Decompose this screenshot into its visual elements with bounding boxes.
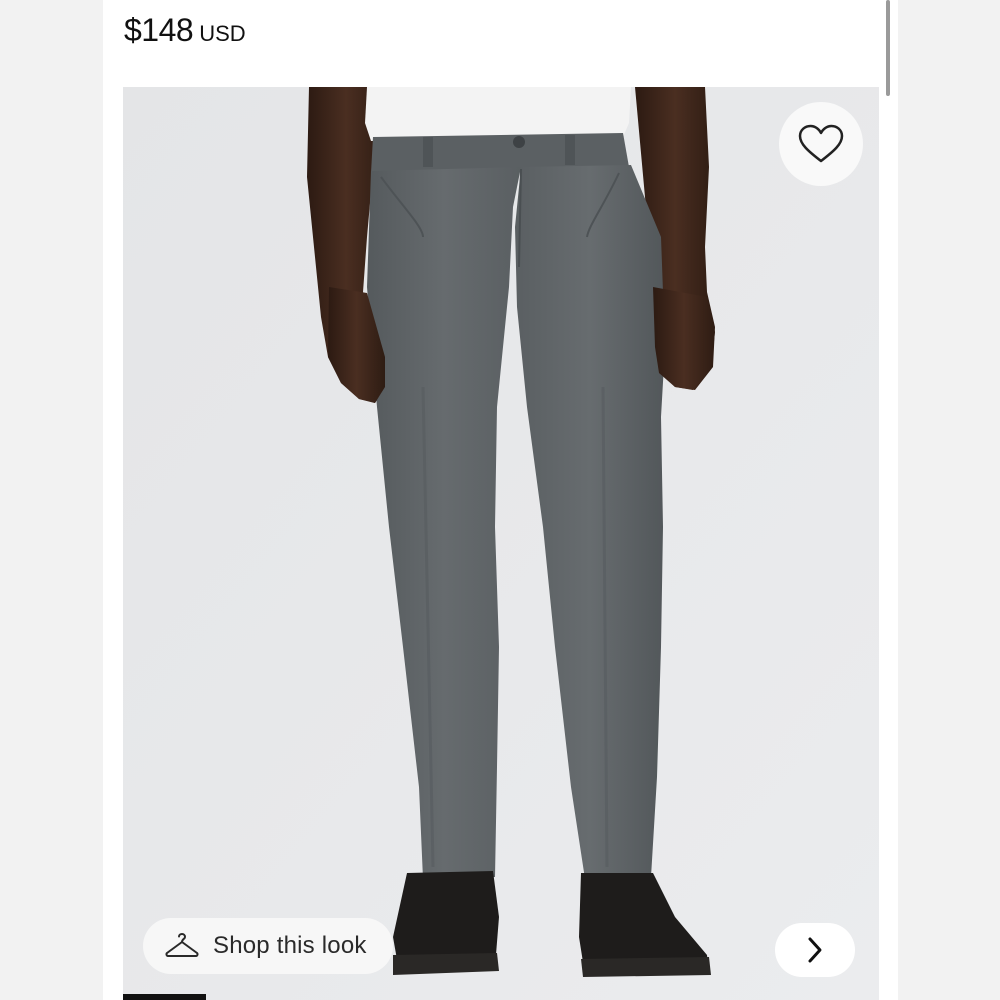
next-image-button[interactable] (775, 923, 855, 977)
product-page: $148 USD Shop this look (103, 0, 898, 1000)
carousel-progress-fill (123, 994, 207, 1000)
price: $148 USD (124, 12, 246, 56)
chevron-right-icon (808, 937, 822, 963)
price-amount: $148 (124, 12, 194, 48)
shop-this-look-button[interactable]: Shop this look (143, 918, 393, 974)
product-image[interactable]: Shop this look (123, 87, 879, 1000)
product-photo (123, 87, 879, 1000)
shop-this-look-label: Shop this look (213, 932, 367, 959)
hanger-icon (165, 933, 199, 957)
carousel-progress (123, 994, 879, 1000)
price-currency: USD (199, 21, 246, 46)
heart-outline-icon (798, 124, 844, 163)
wishlist-button[interactable] (779, 102, 863, 186)
scrollbar[interactable] (886, 0, 890, 96)
